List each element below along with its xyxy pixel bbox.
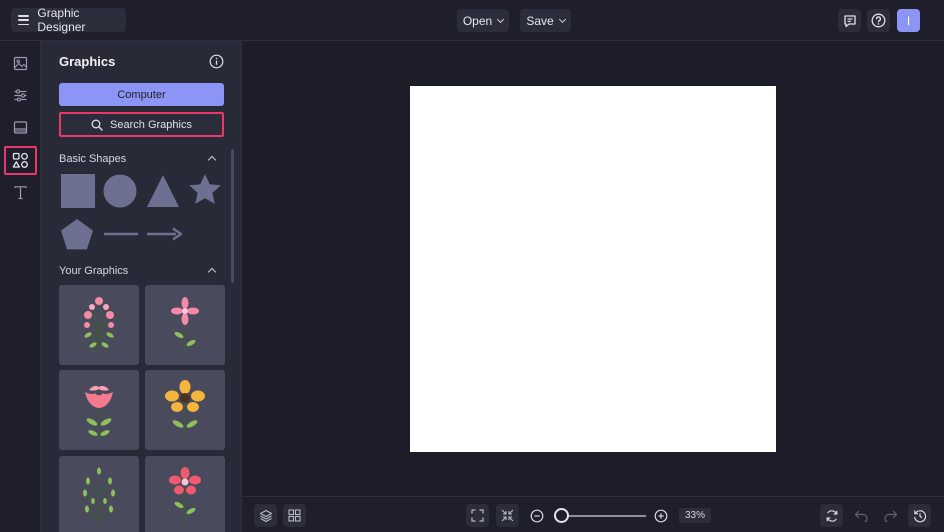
triangle-shape[interactable]: [146, 174, 180, 208]
graphic-thumbnail[interactable]: [145, 456, 225, 532]
top-bar: Graphic Designer Open Save I: [0, 0, 944, 41]
circle-shape[interactable]: [103, 174, 137, 208]
expand-icon: [471, 509, 484, 522]
star-shape[interactable]: [188, 173, 222, 207]
refresh-button[interactable]: [820, 504, 843, 527]
graphic-thumbnail[interactable]: [145, 285, 225, 365]
user-initial: I: [906, 13, 911, 28]
chevron-up-icon[interactable]: [207, 155, 217, 165]
zoom-in-button[interactable]: [649, 504, 672, 527]
comment-button[interactable]: [838, 9, 861, 32]
rail-item-adjustments[interactable]: [4, 81, 37, 110]
collapse-icon: [501, 509, 514, 522]
panel-scrollbar[interactable]: [231, 149, 234, 283]
graphic-thumbnail[interactable]: [145, 370, 225, 450]
comment-icon: [843, 14, 856, 27]
zoom-out-button[interactable]: [525, 504, 548, 527]
history-button[interactable]: [908, 504, 931, 527]
layout-icon: [13, 121, 28, 134]
chevron-down-icon: [497, 15, 505, 23]
red-flower-graphic: [169, 467, 201, 527]
open-button[interactable]: Open: [457, 9, 509, 32]
refresh-icon: [826, 509, 837, 522]
image-icon: [13, 56, 28, 71]
rail-item-graphics[interactable]: [4, 146, 37, 175]
pink-flower-graphic: [171, 297, 199, 353]
sliders-icon: [14, 89, 27, 102]
computer-upload-button[interactable]: Computer: [59, 83, 224, 106]
line-shape[interactable]: [103, 231, 139, 237]
zoom-level[interactable]: 33%: [679, 508, 711, 523]
red-tulip-graphic: [85, 386, 113, 438]
panel-title: Graphics: [59, 54, 116, 69]
computer-label: Computer: [117, 88, 166, 101]
rail-item-images[interactable]: [4, 49, 37, 78]
app-menu-button[interactable]: Graphic Designer: [11, 6, 126, 34]
search-graphics-button[interactable]: Search Graphics: [59, 112, 224, 137]
zoom-slider-handle[interactable]: [554, 508, 569, 523]
tool-rail: [0, 41, 41, 532]
chevron-up-icon[interactable]: [207, 267, 217, 277]
undo-button[interactable]: [850, 504, 873, 527]
save-label: Save: [526, 13, 554, 28]
shapes-icon: [12, 152, 28, 168]
grid-icon: [288, 509, 301, 522]
help-button[interactable]: [867, 9, 890, 32]
green-branch-graphic: [83, 467, 115, 527]
arrow-shape[interactable]: [146, 227, 182, 241]
help-icon: [871, 13, 886, 28]
search-icon: [91, 119, 103, 131]
graphic-thumbnail[interactable]: [59, 285, 139, 365]
bottom-toolbar: 33%: [242, 496, 944, 532]
square-shape[interactable]: [61, 174, 95, 208]
graphics-panel: Graphics Computer Search Graphics Basic …: [41, 41, 242, 532]
zoom-slider-track[interactable]: [562, 515, 646, 517]
text-icon: [14, 186, 27, 200]
zoom-in-icon: [654, 509, 667, 522]
grid-button[interactable]: [283, 504, 306, 527]
artboard[interactable]: [410, 86, 776, 452]
redo-button[interactable]: [879, 504, 902, 527]
search-graphics-label: Search Graphics: [110, 118, 192, 131]
app-name: Graphic Designer: [37, 6, 86, 34]
pentagon-shape[interactable]: [60, 218, 94, 250]
graphic-thumbnail[interactable]: [59, 456, 139, 532]
chevron-down-icon: [558, 15, 566, 23]
info-icon[interactable]: [209, 54, 224, 69]
user-avatar[interactable]: I: [897, 9, 920, 32]
menu-icon: [18, 15, 30, 25]
zoom-out-icon: [530, 509, 543, 522]
history-icon: [913, 509, 926, 522]
yellow-flower-graphic: [165, 380, 205, 438]
undo-icon: [854, 510, 868, 522]
graphic-thumbnail[interactable]: [59, 370, 139, 450]
save-button[interactable]: Save: [520, 9, 571, 32]
basic-shapes-heading: Basic Shapes: [59, 153, 127, 165]
canvas-area[interactable]: [242, 41, 944, 496]
redo-icon: [884, 510, 898, 522]
actual-size-button[interactable]: [496, 504, 519, 527]
fit-to-screen-button[interactable]: [466, 504, 489, 527]
layers-icon: [259, 509, 272, 522]
rail-item-text[interactable]: [4, 178, 37, 207]
open-label: Open: [462, 13, 493, 28]
your-graphics-heading: Your Graphics: [59, 265, 129, 277]
layers-button[interactable]: [254, 504, 277, 527]
flower-bouquet-graphic: [84, 297, 114, 353]
rail-item-layout[interactable]: [4, 113, 37, 142]
